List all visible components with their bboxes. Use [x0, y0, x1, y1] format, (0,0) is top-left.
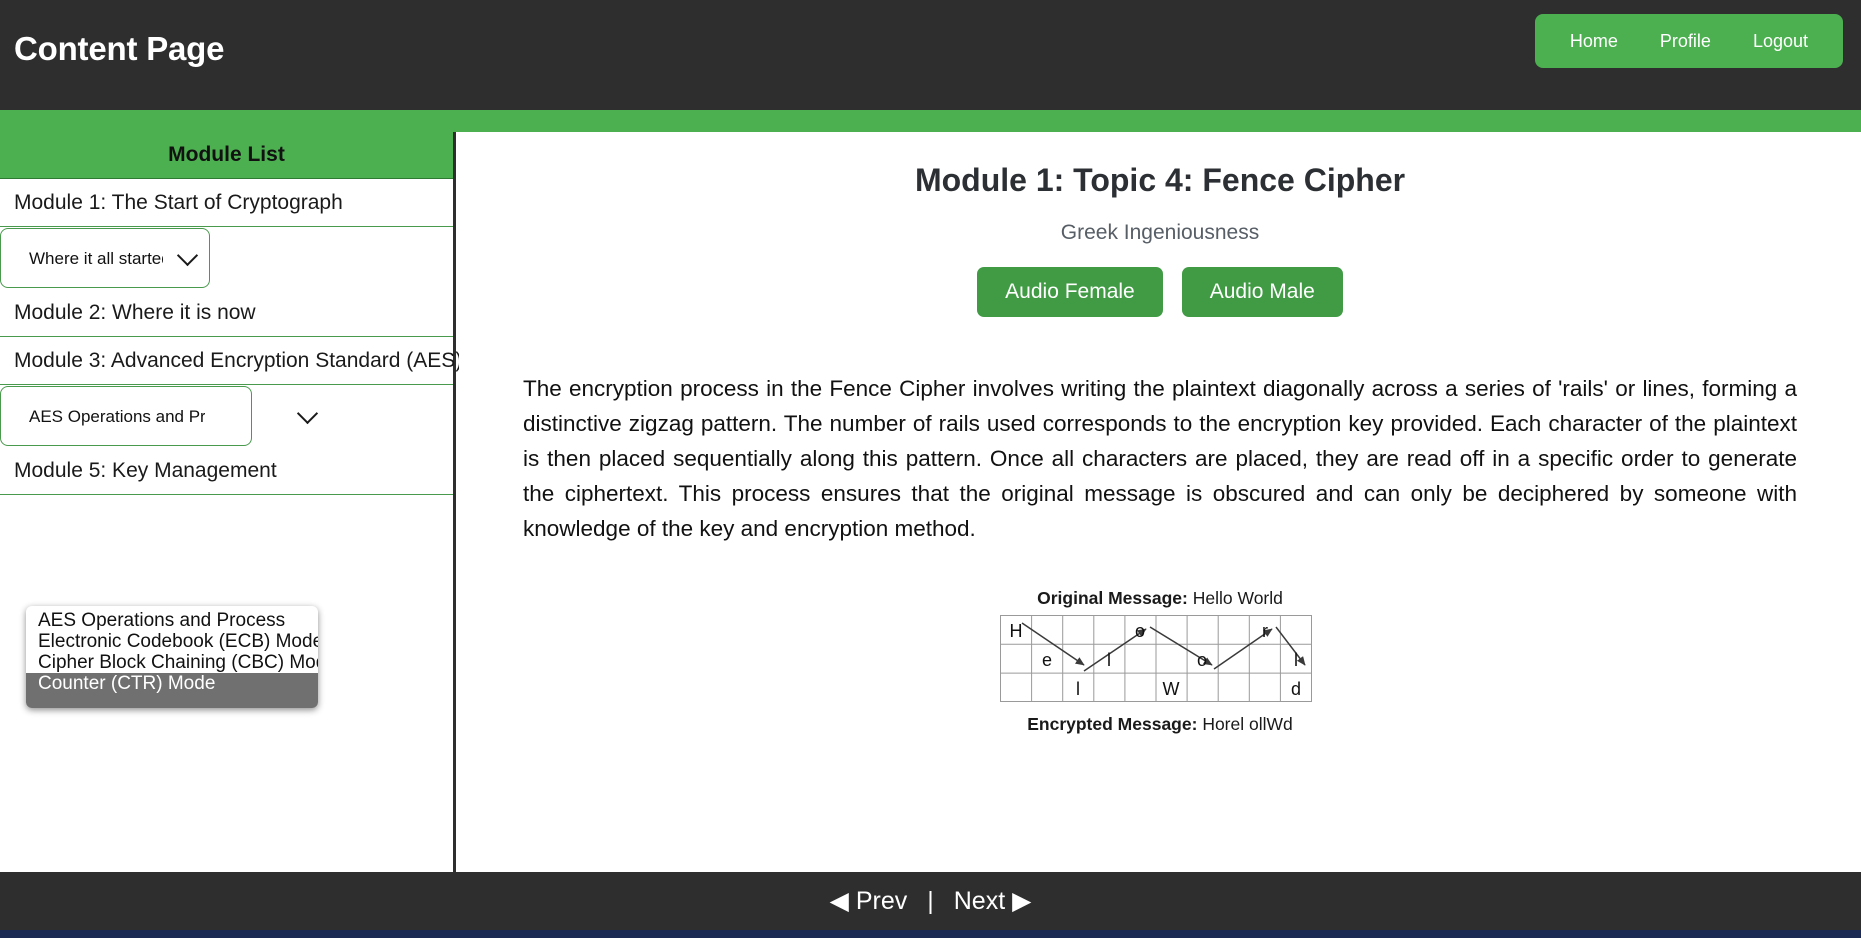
prev-button[interactable]: ◀ Prev [818, 886, 920, 916]
next-button[interactable]: Next ▶ [942, 886, 1044, 916]
rail-cell-r1c6: o [1197, 650, 1207, 670]
encrypted-message-line: Encrypted Message: Horel ollWd [1027, 714, 1293, 735]
original-message-value: Hello World [1192, 588, 1283, 608]
original-message-label: Original Message: [1037, 588, 1188, 608]
nav-link-logout[interactable]: Logout [1732, 14, 1829, 68]
window-bottom-strip [0, 930, 1861, 938]
rail-cell-r0c4: o [1135, 621, 1145, 641]
next-arrow-icon: ▶ [1012, 887, 1032, 915]
content-area: Module List Module 1: The Start of Crypt… [0, 132, 1861, 872]
rail-cell-r1c9: l [1294, 650, 1298, 670]
audio-male-button[interactable]: Audio Male [1181, 267, 1343, 317]
module-list-title: Module List [0, 132, 453, 179]
pagination-footer: ◀ Prev | Next ▶ [0, 872, 1861, 930]
rail-cell-r1c3: l [1107, 650, 1111, 670]
sidebar-item-module-3[interactable]: Module 3: Advanced Encryption Standard (… [0, 337, 462, 385]
module-1-label: Module 1: The Start of Cryptograph [14, 190, 343, 214]
page-header: Content Page Home Profile Logout [0, 0, 1861, 110]
topic-title: Module 1: Topic 4: Fence Cipher [914, 162, 1406, 198]
page-title: Content Page [14, 30, 225, 67]
chevron-down-icon [296, 402, 319, 425]
dropdown-option-aes-operations[interactable]: AES Operations and Process [26, 610, 318, 631]
rail-cell-r1c1: e [1042, 650, 1052, 670]
dropdown-option-cbc-mode[interactable]: Cipher Block Chaining (CBC) Mode [26, 652, 318, 673]
rail-fence-grid: H o r e l o l l W d [1000, 615, 1320, 708]
audio-button-row: Audio Female Audio Male [459, 267, 1861, 317]
rail-cell-r2c5: W [1163, 679, 1180, 699]
sidebar-item-module-5[interactable]: Module 5: Key Management [0, 447, 453, 495]
accent-band [0, 110, 1861, 132]
module-2-label: Module 2: Where it is now [14, 300, 256, 324]
footer-divider: | [927, 886, 934, 915]
module-3-topic-dropdown-list[interactable]: AES Operations and Process Electronic Co… [26, 606, 318, 708]
module-sidebar: Module List Module 1: The Start of Crypt… [0, 132, 462, 872]
prev-label: Prev [855, 887, 908, 915]
rail-cell-r2c9: d [1291, 679, 1301, 699]
prev-arrow-icon: ◀ [829, 887, 849, 915]
dropdown-option-ecb-mode[interactable]: Electronic Codebook (ECB) Mode [26, 631, 318, 652]
topic-subtitle: Greek Ingeniousness [1060, 221, 1260, 244]
rail-cell-r0c0: H [1010, 621, 1023, 641]
rail-cell-r0c8: r [1262, 621, 1268, 641]
module-1-topic-row: Where it all started [0, 227, 453, 289]
original-message-line: Original Message: Hello World [1037, 588, 1283, 609]
main-panel: Module 1: Topic 4: Fence Cipher Greek In… [459, 132, 1861, 872]
sidebar-item-module-2[interactable]: Module 2: Where it is now [0, 289, 453, 337]
module-3-label: Module 3: Advanced Encryption Standard (… [14, 348, 463, 372]
sidebar-item-module-1[interactable]: Module 1: The Start of Cryptograph [0, 179, 453, 227]
audio-female-button[interactable]: Audio Female [977, 267, 1163, 317]
page-root: Content Page Home Profile Logout Module … [0, 0, 1861, 938]
rail-cell-r2c2: l [1076, 679, 1080, 699]
rail-fence-figure: Original Message: Hello World H o r e l … [459, 588, 1861, 735]
dropdown-option-ctr-mode[interactable]: Counter (CTR) Mode [26, 673, 318, 708]
nav-link-profile[interactable]: Profile [1639, 14, 1732, 68]
module-5-label: Module 5: Key Management [14, 458, 277, 482]
module-1-topic-select[interactable]: Where it all started [0, 228, 210, 288]
topic-body-text: The encryption process in the Fence Ciph… [523, 376, 1797, 541]
nav-link-home[interactable]: Home [1549, 14, 1639, 68]
encrypted-message-label: Encrypted Message: [1027, 714, 1198, 734]
top-navigation: Home Profile Logout [1534, 14, 1843, 68]
module-3-topic-row: AES Operations and Process [0, 385, 453, 447]
encrypted-message-value: Horel ollWd [1202, 714, 1293, 734]
module-3-topic-select[interactable]: AES Operations and Process [0, 386, 252, 446]
rail-fence-svg: H o r e l o l l W d [1000, 615, 1312, 702]
next-label: Next [953, 887, 1006, 915]
